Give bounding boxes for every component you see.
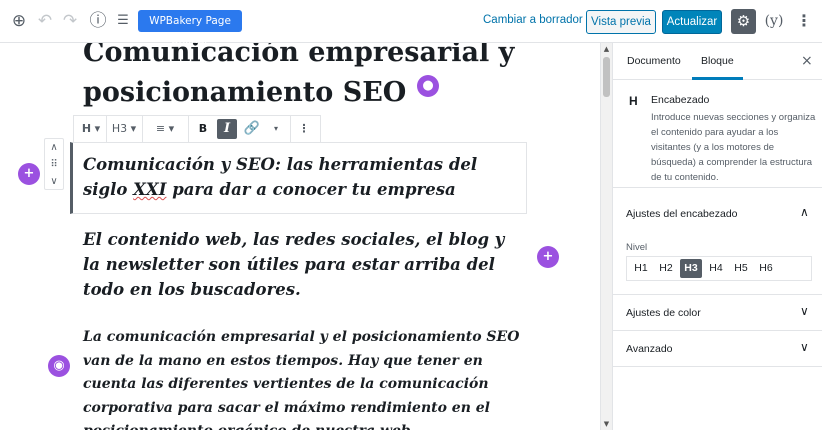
tab-document[interactable]: Documento [627, 43, 681, 80]
advanced-panel[interactable]: Avanzado ∨ [613, 331, 822, 367]
post-title[interactable]: Comunicación empresarial y posicionamien… [83, 43, 553, 113]
editor-scrollbar[interactable]: ▲ ▼ [600, 43, 612, 430]
level-h6-button[interactable]: H6 [755, 259, 777, 278]
editor-header: ⊕ ↶ ↷ ⓘ ☰ WPBakery Page Builder Cambiar … [0, 0, 822, 49]
settings-sidebar: Documento Bloque × H Encabezado Introduc… [612, 43, 822, 430]
block-toolbar: H ▾ H3 ▾ ≡ ▾ B I 🔗 ▾ ⋮ [73, 115, 321, 143]
spellcheck-word: XXI [133, 180, 167, 199]
block-card: H Encabezado Introduce nuevas secciones … [613, 80, 822, 188]
level-h5-button[interactable]: H5 [730, 259, 752, 278]
scroll-thumb[interactable] [603, 57, 610, 97]
editor-canvas: Comunicación empresarial y posicionamien… [0, 43, 600, 430]
close-icon[interactable]: × [801, 43, 813, 80]
outline-icon[interactable]: ☰ [113, 11, 133, 31]
add-block-before-icon[interactable]: + [18, 163, 40, 185]
advanced-title: Avanzado [626, 343, 673, 355]
heading-settings-title[interactable]: Ajustes del encabezado [626, 208, 738, 220]
link-icon[interactable]: 🔗 [242, 116, 262, 142]
move-up-icon[interactable]: ∧ [45, 139, 63, 156]
block-more-options-icon[interactable]: ⋮ [297, 116, 311, 142]
chevron-down-icon[interactable]: ∨ [800, 340, 809, 354]
bold-button[interactable]: B [194, 116, 212, 142]
eye-icon[interactable]: ◉ [48, 355, 70, 377]
drag-handle-icon[interactable]: ⠿ [45, 156, 63, 173]
color-settings-title: Ajustes de color [626, 307, 701, 319]
update-button[interactable]: Actualizar [662, 10, 722, 34]
level-label: Nivel [626, 242, 648, 253]
yoast-seo-icon[interactable]: (y) [763, 11, 785, 31]
heading-level-button[interactable]: H3 ▾ [110, 116, 138, 142]
selected-heading-block[interactable]: Comunicación y SEO: las herramientas del… [70, 142, 527, 214]
align-icon[interactable]: ≡ ▾ [150, 116, 180, 142]
move-down-icon[interactable]: ∨ [45, 173, 63, 190]
inserter-thumb-icon[interactable]: ● [417, 75, 439, 97]
heading-settings-panel: Ajustes del encabezado ∧ Nivel H1 H2 H3 … [613, 188, 822, 295]
heading-level-selector: H1 H2 H3 H4 H5 H6 [626, 256, 812, 281]
h3-heading[interactable]: Comunicación y SEO: las herramientas del… [83, 152, 516, 202]
block-description: Introduce nuevas secciones y organiza el… [651, 112, 816, 183]
add-block-icon[interactable]: ⊕ [9, 11, 29, 31]
tab-block[interactable]: Bloque [692, 43, 743, 80]
undo-icon[interactable]: ↶ [35, 11, 55, 31]
level-h4-button[interactable]: H4 [705, 259, 727, 278]
sidebar-tabs: Documento Bloque × [613, 43, 822, 80]
level-h2-button[interactable]: H2 [655, 259, 677, 278]
more-options-icon[interactable]: ⋮ [796, 11, 812, 31]
settings-gear-icon[interactable]: ⚙ [731, 9, 756, 34]
block-mover: ∧ ⠿ ∨ [44, 138, 64, 190]
heading-icon: H [629, 94, 638, 108]
wpbakery-button[interactable]: WPBakery Page Builder [138, 10, 242, 49]
paragraph-block[interactable]: La comunicación empresarial y el posicio… [83, 326, 523, 430]
scroll-down-icon[interactable]: ▼ [601, 419, 612, 429]
scroll-up-icon[interactable]: ▲ [601, 44, 612, 54]
chevron-down-icon[interactable]: ∨ [800, 304, 809, 318]
h4-heading[interactable]: El contenido web, las redes sociales, el… [83, 227, 523, 302]
more-formats-chevron-icon[interactable]: ▾ [270, 116, 282, 142]
chevron-up-icon[interactable]: ∧ [800, 205, 809, 219]
color-settings-panel[interactable]: Ajustes de color ∨ [613, 295, 822, 331]
add-block-after-icon[interactable]: + [537, 246, 559, 268]
heading-type-button[interactable]: H ▾ [80, 116, 102, 142]
preview-button[interactable]: Vista previa [586, 10, 656, 34]
redo-icon[interactable]: ↷ [60, 11, 80, 31]
level-h3-button[interactable]: H3 [680, 259, 702, 278]
italic-button[interactable]: I [217, 119, 237, 139]
level-h1-button[interactable]: H1 [630, 259, 652, 278]
switch-to-draft-link[interactable]: Cambiar a borrador [483, 14, 583, 26]
info-icon[interactable]: ⓘ [88, 11, 108, 31]
block-name: Encabezado [651, 94, 710, 106]
